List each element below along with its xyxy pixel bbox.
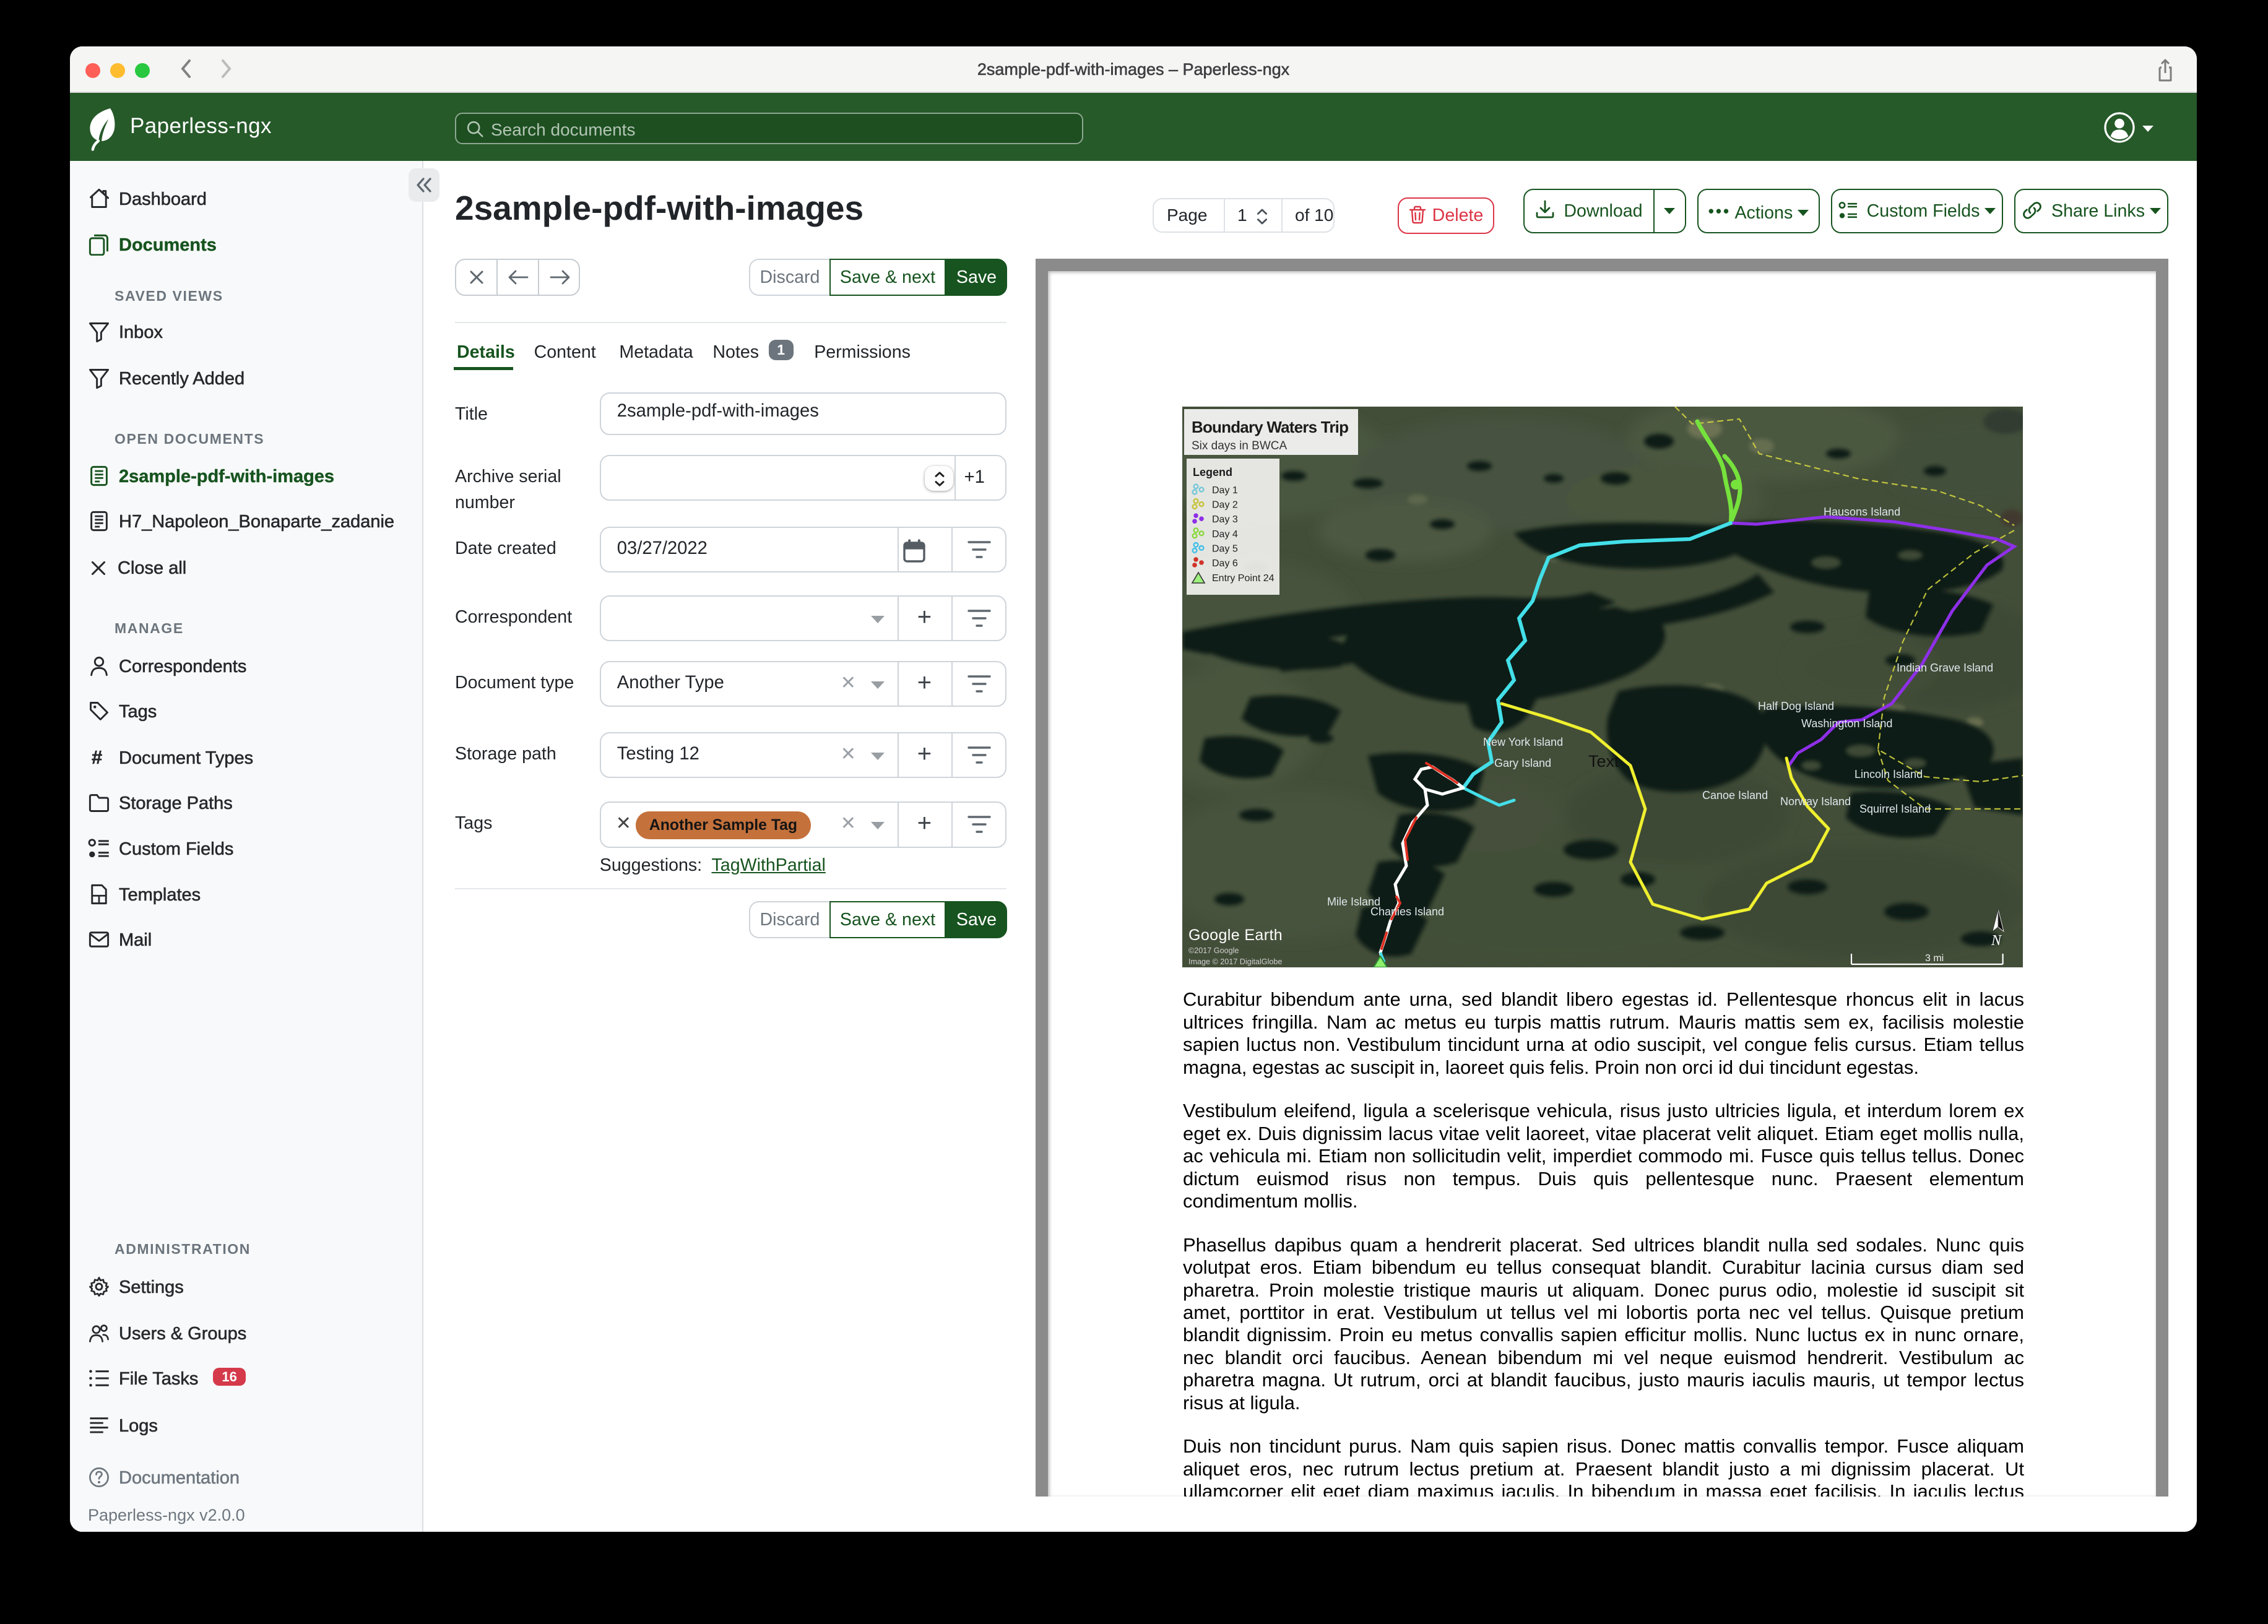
svg-text:Day 1: Day 1: [1212, 485, 1238, 496]
svg-text:Indian Grave Island: Indian Grave Island: [1897, 662, 1993, 674]
svg-text:Day 4: Day 4: [1212, 529, 1238, 540]
svg-text:Text: Text: [1588, 752, 1619, 771]
svg-text:New York Island: New York Island: [1483, 736, 1563, 748]
svg-text:Canoe Island: Canoe Island: [1702, 789, 1768, 801]
svg-text:Hausons Island: Hausons Island: [1824, 506, 1900, 518]
svg-text:Charlies Island: Charlies Island: [1370, 905, 1444, 918]
svg-text:N: N: [1991, 933, 2002, 949]
svg-text:Google Earth: Google Earth: [1188, 926, 1283, 944]
svg-text:Lincoln Island: Lincoln Island: [1855, 768, 1923, 780]
svg-text:Day 2: Day 2: [1212, 500, 1238, 511]
svg-text:Legend: Legend: [1193, 466, 1232, 478]
svg-text:Entry Point 24: Entry Point 24: [1212, 573, 1275, 584]
svg-text:Image © 2017 DigitalGlobe: Image © 2017 DigitalGlobe: [1188, 957, 1282, 966]
svg-text:Six days in BWCA: Six days in BWCA: [1192, 439, 1287, 452]
svg-text:Squirrel Island: Squirrel Island: [1859, 803, 1931, 815]
svg-text:Washington Island: Washington Island: [1801, 717, 1892, 730]
svg-text:3 mi: 3 mi: [1925, 953, 1944, 964]
svg-text:Day 3: Day 3: [1212, 514, 1238, 525]
svg-text:Half Dog Island: Half Dog Island: [1758, 700, 1834, 712]
svg-text:Day 5: Day 5: [1212, 543, 1238, 554]
svg-text:Boundary Waters Trip: Boundary Waters Trip: [1192, 418, 1348, 436]
svg-text:Norway Island: Norway Island: [1780, 795, 1851, 808]
svg-text:©2017 Google: ©2017 Google: [1188, 946, 1239, 955]
svg-text:Day 6: Day 6: [1212, 558, 1238, 569]
svg-text:Gary Island: Gary Island: [1494, 757, 1551, 769]
